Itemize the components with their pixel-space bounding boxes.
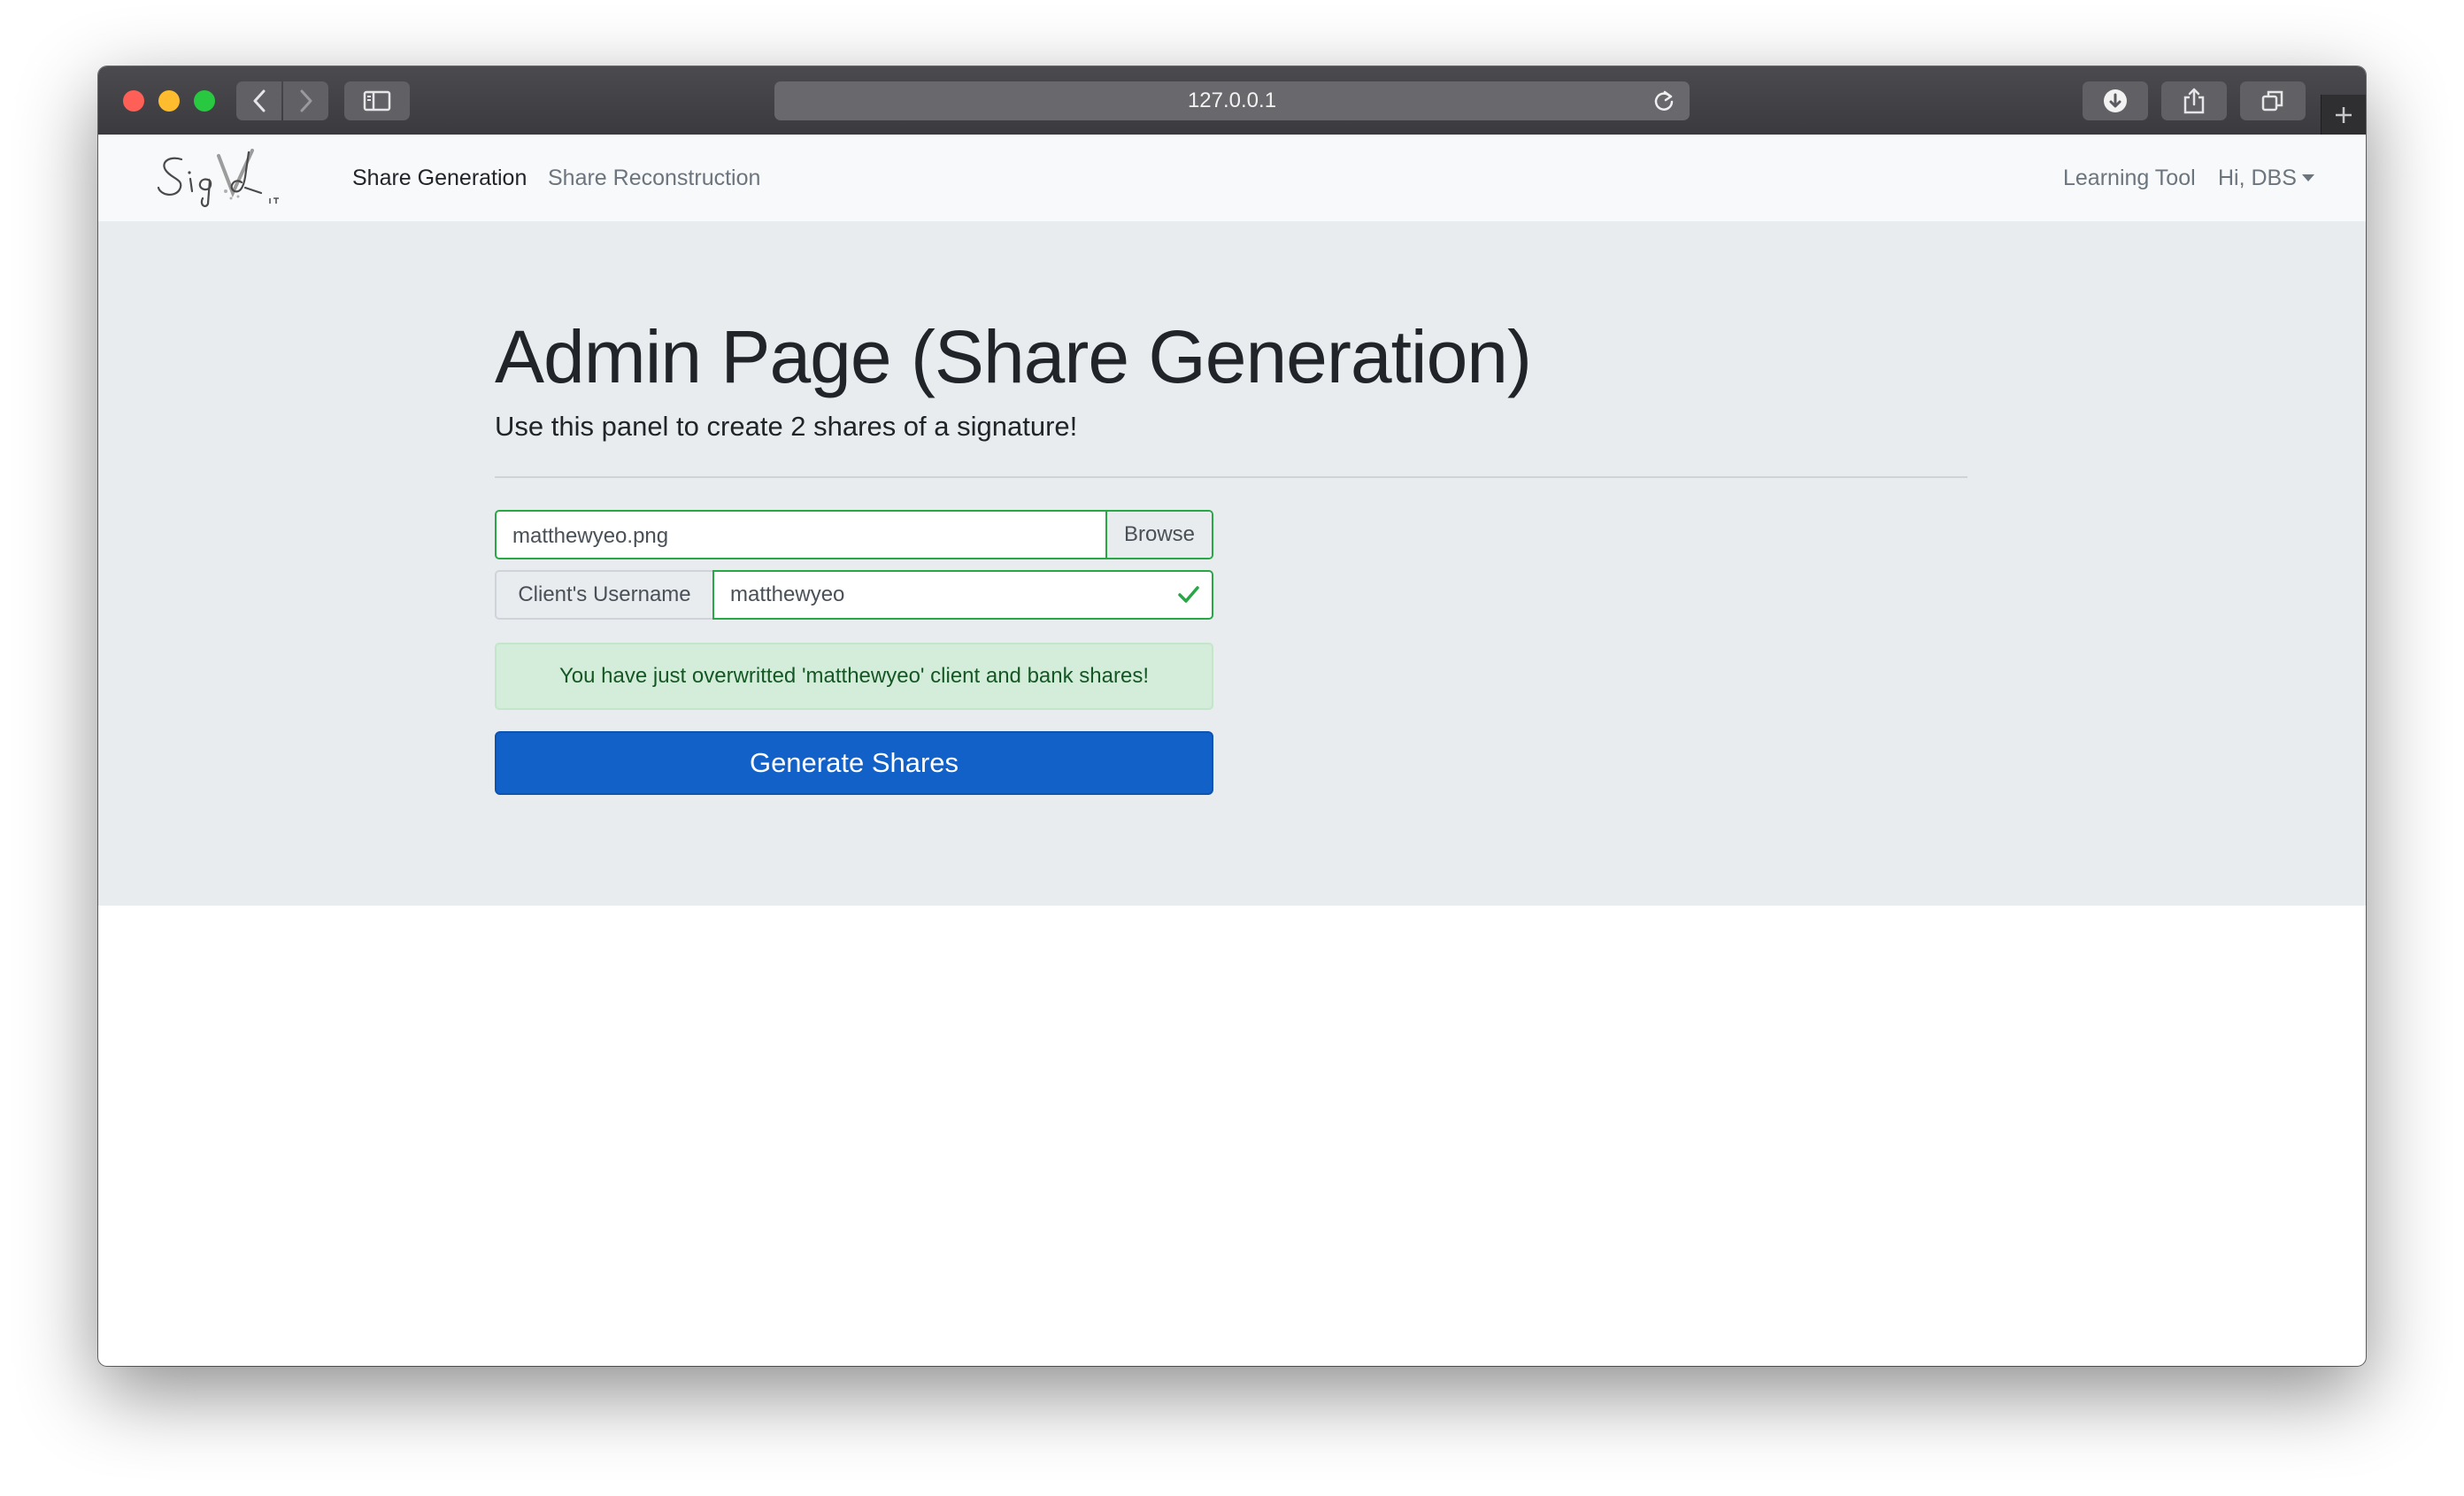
address-text: 127.0.0.1 <box>1187 89 1277 112</box>
tabs-icon <box>2261 90 2283 112</box>
valid-check-icon <box>1176 582 1201 612</box>
username-input[interactable] <box>712 570 1213 620</box>
maximize-window-button[interactable] <box>194 90 215 112</box>
chevron-right-icon <box>300 89 312 112</box>
jumbotron: Admin Page (Share Generation) Use this p… <box>98 221 2366 906</box>
share-button[interactable] <box>2161 81 2227 120</box>
generate-shares-button[interactable]: Generate Shares <box>495 731 1213 795</box>
site-navbar: Share Generation Share Reconstruction Le… <box>98 135 2366 221</box>
close-window-button[interactable] <box>123 90 144 112</box>
reload-icon <box>1654 90 1674 111</box>
sidebar-toggle-button[interactable] <box>344 81 410 120</box>
username-label: Client's Username <box>495 570 712 620</box>
share-icon <box>2183 88 2205 114</box>
minimize-window-button[interactable] <box>158 90 180 112</box>
user-menu-dropdown[interactable]: Hi, DBS <box>2218 166 2314 191</box>
nav-link-share-reconstruction[interactable]: Share Reconstruction <box>548 166 760 191</box>
file-input-value: matthewyeo.png <box>512 524 669 548</box>
nav-link-learning-tool[interactable]: Learning Tool <box>2063 166 2196 191</box>
tabs-overview-button[interactable] <box>2240 81 2306 120</box>
chevron-left-icon <box>253 89 265 112</box>
username-input-group: Client's Username <box>495 570 1213 620</box>
address-bar[interactable]: 127.0.0.1 <box>774 81 1690 120</box>
page-title: Admin Page (Share Generation) <box>495 315 1532 398</box>
divider <box>495 476 1967 478</box>
signature-file-input[interactable]: matthewyeo.png Browse <box>495 510 1213 559</box>
title-bar: 127.0.0.1 <box>98 66 2366 136</box>
history-buttons <box>236 81 328 120</box>
success-alert: You have just overwritted 'matthewyeo' c… <box>495 643 1213 710</box>
plus-icon <box>2336 106 2352 123</box>
download-icon <box>2104 89 2127 112</box>
browse-button[interactable]: Browse <box>1105 512 1212 558</box>
caret-down-icon <box>2301 174 2314 181</box>
back-button[interactable] <box>236 81 281 120</box>
reload-button[interactable] <box>1652 89 1675 119</box>
page-lead: Use this panel to create 2 shares of a s… <box>495 411 1078 442</box>
nav-link-share-generation[interactable]: Share Generation <box>352 166 527 191</box>
sidebar-icon <box>363 90 391 112</box>
signit-logo[interactable] <box>157 149 289 207</box>
forward-button[interactable] <box>283 81 328 120</box>
browser-window: 127.0.0.1 Share Generation Share Reconst… <box>98 66 2366 1366</box>
downloads-button[interactable] <box>2083 81 2148 120</box>
user-menu-label: Hi, DBS <box>2218 166 2297 190</box>
new-tab-button[interactable] <box>2321 95 2366 135</box>
